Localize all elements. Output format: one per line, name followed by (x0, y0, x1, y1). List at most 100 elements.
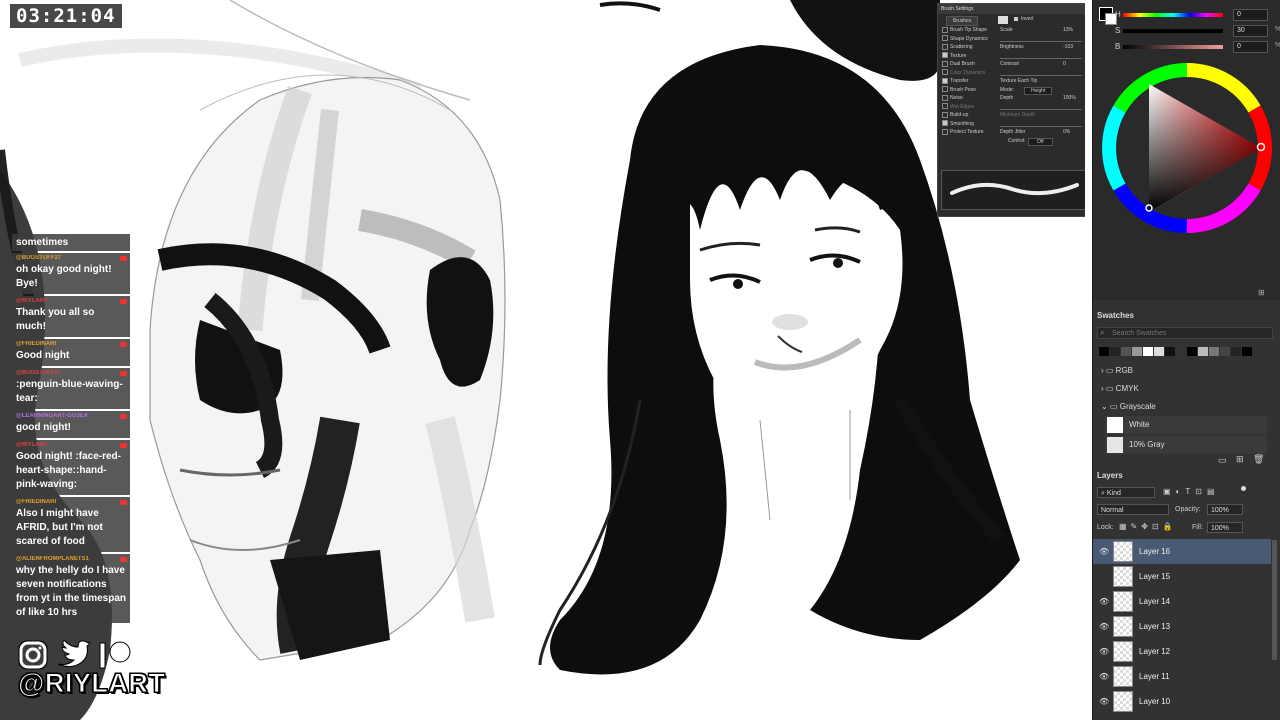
swatch[interactable] (1220, 347, 1230, 356)
brightness-slider[interactable] (1000, 57, 1082, 59)
texture-swatch[interactable] (998, 16, 1008, 24)
checkbox[interactable] (942, 77, 948, 84)
checkbox[interactable] (942, 103, 948, 110)
saturation-input[interactable]: 30 (1233, 25, 1268, 37)
checkbox[interactable] (942, 128, 948, 135)
checkbox[interactable] (942, 60, 948, 67)
new-swatch-icon[interactable]: ⊞ (1236, 454, 1244, 465)
lock-icons[interactable]: ▦✎✥⊡🔒 (1119, 522, 1177, 531)
brightness-slider[interactable] (1123, 45, 1223, 49)
layer-row[interactable]: 👁 Layer 15 (1093, 564, 1271, 589)
brush-option-row[interactable]: Dual Brush Contrast 0 (938, 60, 1085, 69)
new-group-icon[interactable]: ▭ (1218, 455, 1227, 466)
swatch[interactable] (1110, 347, 1120, 356)
swatch-item-white[interactable]: White (1105, 416, 1267, 434)
swatch-search-input[interactable]: Search Swatches (1097, 327, 1273, 339)
layer-row[interactable]: 👁 Layer 10 (1093, 689, 1271, 714)
brush-option-row[interactable]: Brush Pose Mode: Height (938, 86, 1085, 95)
checkbox[interactable] (942, 120, 948, 127)
checkbox[interactable] (942, 43, 948, 50)
eye-icon[interactable]: 👁 (1099, 672, 1109, 681)
param-value[interactable]: 100% (1063, 94, 1076, 103)
checkbox[interactable] (942, 111, 948, 118)
hue-slider[interactable] (1123, 13, 1223, 17)
eye-icon[interactable]: 👁 (1099, 647, 1109, 656)
contrast-slider[interactable] (1000, 74, 1082, 76)
brush-option-row[interactable]: Shape Dynamics (938, 35, 1085, 44)
eye-hidden-icon[interactable]: 👁 (1099, 572, 1109, 581)
checkbox[interactable] (942, 35, 948, 42)
layer-filter-select[interactable]: ⌕ Kind (1097, 487, 1155, 498)
control-select[interactable]: Off (1028, 137, 1053, 146)
artwork (0, 0, 1020, 720)
brush-option-row[interactable]: Protect Texture Depth Jitter 0% (938, 128, 1085, 137)
invert-checkbox[interactable] (1014, 17, 1018, 21)
brush-option-row[interactable]: Color Dynamics (938, 69, 1085, 78)
swatch[interactable] (1198, 347, 1208, 356)
brush-option-row[interactable]: Wet Edges (938, 103, 1085, 112)
hue-input[interactable]: 0 (1233, 9, 1268, 21)
brush-option-row[interactable]: Brush Tip Shape Scale 13% (938, 26, 1085, 35)
checkbox[interactable] (942, 94, 948, 101)
depth-slider[interactable] (1000, 108, 1082, 110)
swatch[interactable] (1099, 347, 1109, 356)
color-wheel[interactable] (1101, 62, 1273, 234)
layer-row[interactable]: 👁 Layer 14 (1093, 589, 1271, 614)
param-value[interactable]: 0% (1063, 128, 1070, 137)
min-depth-slider[interactable] (1000, 125, 1082, 127)
swatch[interactable] (1154, 347, 1164, 356)
brush-option-row[interactable]: Noise Depth 100% (938, 94, 1085, 103)
swatch[interactable] (1143, 347, 1153, 356)
swatch[interactable] (1165, 347, 1175, 356)
swatch[interactable] (1209, 347, 1219, 356)
brush-option-row[interactable]: Smoothing (938, 120, 1085, 129)
saturation-slider[interactable] (1123, 29, 1223, 33)
swatch[interactable] (1242, 347, 1252, 356)
brush-option-label: Build-up (950, 112, 969, 118)
layer-row[interactable]: 👁 Layer 12 (1093, 639, 1271, 664)
swatch[interactable] (1132, 347, 1142, 356)
brush-option-row[interactable]: Control: Off (938, 137, 1085, 146)
eye-icon[interactable]: 👁 (1099, 697, 1109, 706)
delete-icon[interactable]: 🗑 (1253, 454, 1264, 465)
opacity-input[interactable]: 100% (1207, 504, 1243, 515)
param-value[interactable]: -103 (1063, 43, 1073, 52)
swatch-group-rgb[interactable]: › ▭ RGB (1101, 366, 1133, 375)
swatch[interactable] (1121, 347, 1131, 356)
swatch[interactable] (1187, 347, 1197, 356)
layer-name: Layer 11 (1139, 672, 1170, 681)
filter-toggle-icon[interactable] (1241, 486, 1246, 491)
layer-filter-icons[interactable]: ▣◐T⊡▤ (1163, 487, 1220, 496)
brush-option-row[interactable]: Transfer Texture Each Tip (938, 77, 1085, 86)
brushes-button[interactable]: Brushes (946, 16, 979, 26)
checkbox[interactable] (942, 86, 948, 93)
eye-icon[interactable]: 👁 (1099, 547, 1109, 556)
fill-input[interactable]: 100% (1207, 522, 1243, 533)
eye-icon[interactable]: 👁 (1099, 597, 1109, 606)
swatch-group-grayscale[interactable]: ⌄ ▭ Grayscale (1101, 402, 1156, 411)
layer-row[interactable]: 👁 Layer 11 (1093, 664, 1271, 689)
checkbox[interactable] (942, 52, 948, 59)
swatch-item-10-gray[interactable]: 10% Gray (1105, 436, 1267, 454)
expand-icon[interactable]: ⊞ (1258, 288, 1265, 297)
brightness-input[interactable]: 0 (1233, 41, 1268, 53)
swatch[interactable] (1176, 347, 1186, 356)
layers-scrollbar[interactable] (1272, 540, 1277, 660)
invert-label: Invert (1021, 16, 1034, 22)
blend-mode-select[interactable]: Normal (1097, 504, 1169, 515)
brush-option-row[interactable]: Texture (938, 52, 1085, 61)
scale-slider[interactable] (1000, 40, 1082, 42)
drawing-canvas[interactable]: 03:21:04 sometimes @BUGSTUFF27 oh okay go… (0, 0, 1085, 720)
swatch[interactable] (1231, 347, 1241, 356)
brush-option-row[interactable]: Scattering Brightness -103 (938, 43, 1085, 52)
param-value[interactable]: 0 (1063, 60, 1066, 69)
eye-icon[interactable]: 👁 (1099, 622, 1109, 631)
layer-row[interactable]: 👁 Layer 16 (1093, 539, 1271, 564)
checkbox[interactable] (942, 26, 948, 33)
swatch-group-cmyk[interactable]: › ▭ CMYK (1101, 384, 1139, 393)
checkbox[interactable] (942, 69, 948, 76)
layer-row[interactable]: 👁 Layer 13 (1093, 614, 1271, 639)
brush-option-row[interactable]: Build-up Minimum Depth (938, 111, 1085, 120)
param-value[interactable]: 13% (1063, 26, 1073, 35)
brush-option-label: Color Dynamics (950, 69, 986, 76)
